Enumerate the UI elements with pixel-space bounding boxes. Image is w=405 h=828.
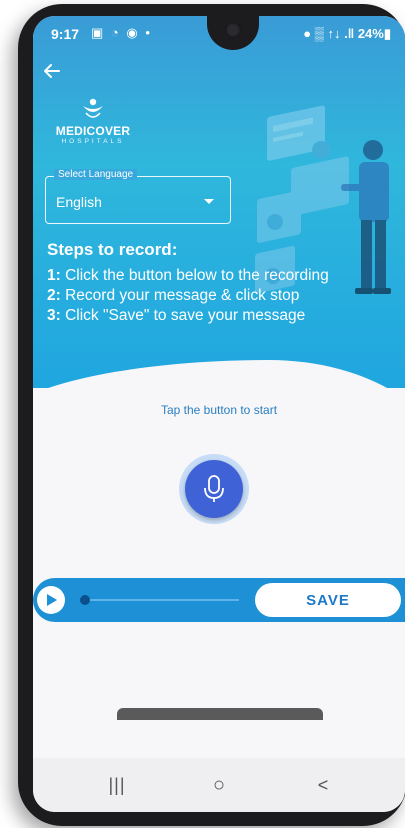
caret-down-icon xyxy=(204,199,214,204)
status-time: 9:17 xyxy=(51,26,80,42)
medicover-logo: MEDICOVER HOSPITALS xyxy=(51,96,135,152)
recent-apps-icon[interactable]: ||| xyxy=(97,772,137,798)
home-icon[interactable]: ○ xyxy=(199,772,239,798)
step-text: Click "Save" to save your message xyxy=(60,307,306,324)
language-select[interactable]: Select Language English xyxy=(45,169,231,224)
language-select-value: English xyxy=(56,194,102,210)
back-icon[interactable]: < xyxy=(303,772,343,798)
arrow-left-icon[interactable] xyxy=(41,60,63,82)
logo-figure-icon xyxy=(83,98,103,118)
steps-title: Steps to record: xyxy=(47,240,178,259)
bottom-sheet-handle xyxy=(117,708,323,720)
logo-text: MEDICOVER xyxy=(55,124,131,138)
step-text: Record your message & click stop xyxy=(60,287,300,304)
status-notification-icons: ▣ ◔ ◉ • xyxy=(91,25,152,40)
step-item: 1: Click the button below to the recordi… xyxy=(47,266,329,286)
step-item: 3: Click "Save" to save your message xyxy=(47,306,329,326)
status-system-icons: ● ▒ ↑↓ .‖ 24%▮ xyxy=(303,26,391,41)
seek-track[interactable] xyxy=(83,599,239,601)
microphone-icon xyxy=(204,475,224,502)
save-button[interactable]: SAVE xyxy=(255,583,401,617)
play-icon xyxy=(47,594,57,606)
step-item: 2: Record your message & click stop xyxy=(47,286,329,306)
play-button[interactable] xyxy=(37,586,65,614)
camera-icon xyxy=(225,22,241,38)
android-nav-bar: ||| ○ < xyxy=(33,758,405,812)
record-button-halo xyxy=(179,454,249,524)
seek-thumb[interactable] xyxy=(80,595,90,605)
logo-subtext: HOSPITALS xyxy=(61,138,125,145)
record-button[interactable] xyxy=(185,460,243,518)
app-screen: 9:17 ▣ ◔ ◉ • ● ▒ ↑↓ .‖ 24%▮ MEDICOVER HO… xyxy=(33,16,405,812)
audio-player-bar: SAVE xyxy=(33,578,405,622)
step-number: 1: xyxy=(47,267,61,284)
step-text: Click the button below to the recording xyxy=(60,267,329,284)
language-select-label: Select Language xyxy=(54,169,138,180)
step-number: 3: xyxy=(47,307,61,324)
record-hint: Tap the button to start xyxy=(160,403,278,417)
record-instructions: Steps to record: 1: Click the button bel… xyxy=(47,240,329,326)
step-number: 2: xyxy=(47,287,61,304)
